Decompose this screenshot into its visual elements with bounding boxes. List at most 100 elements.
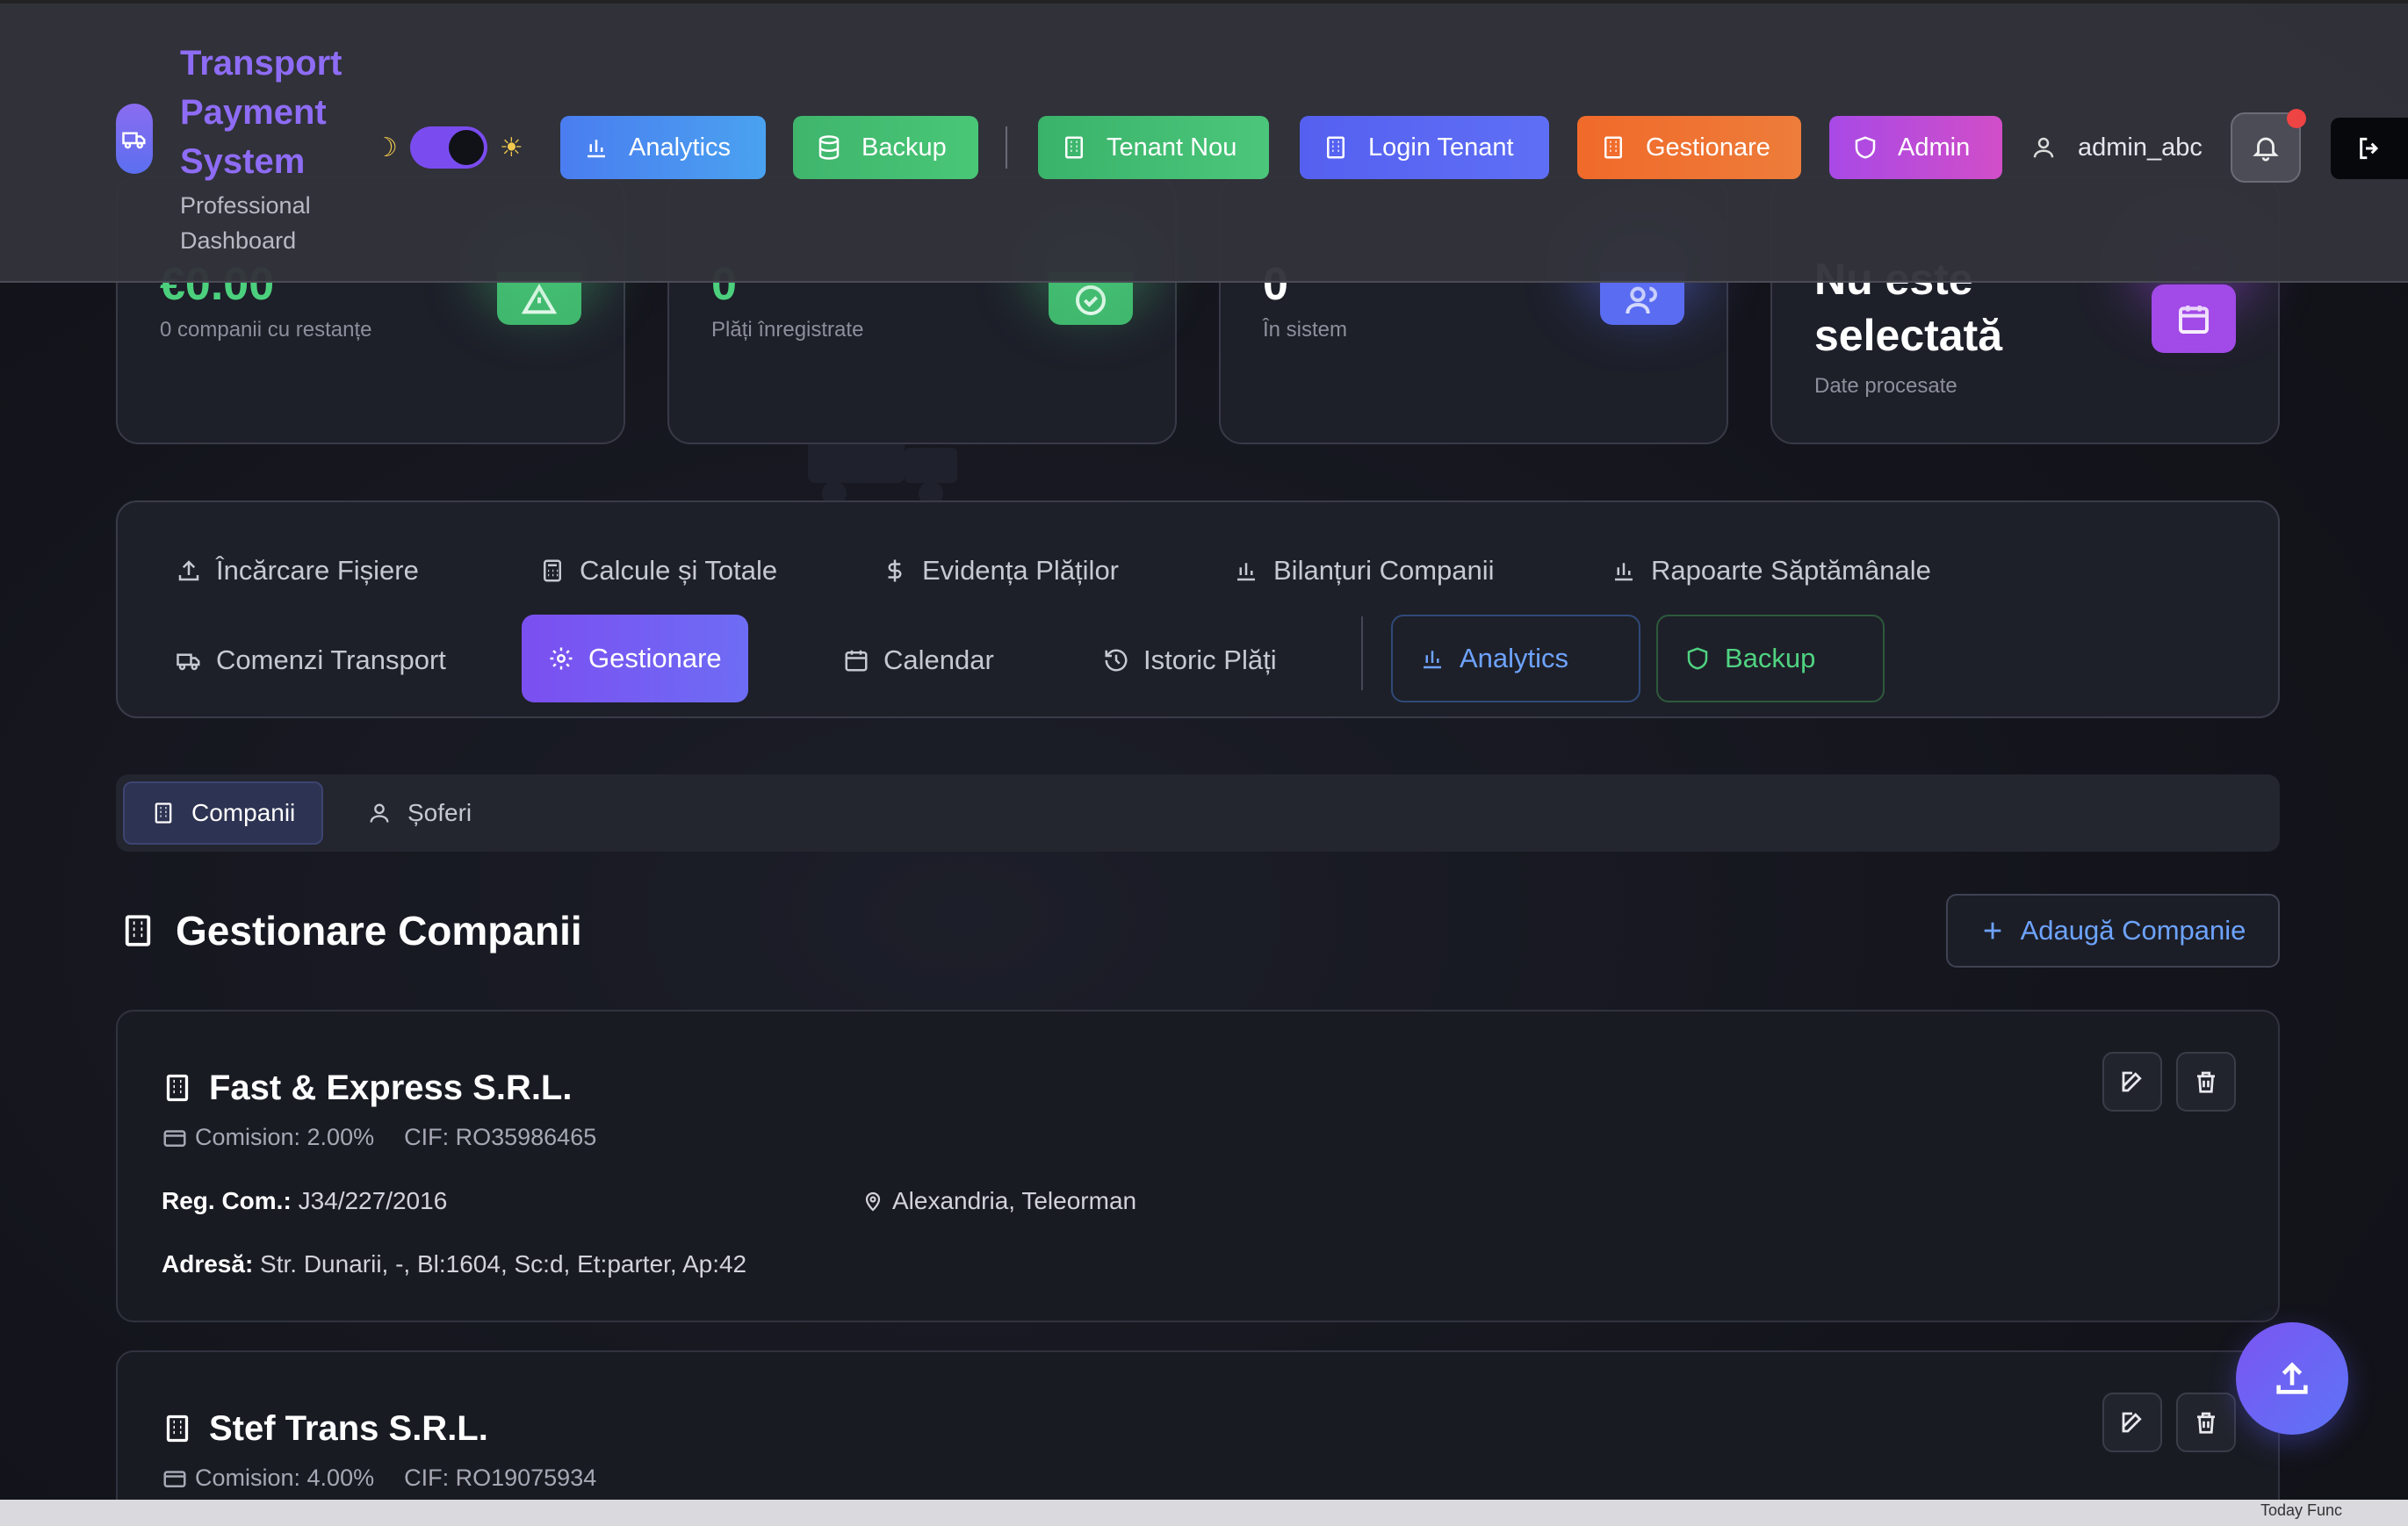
calendar-icon — [845, 650, 868, 672]
logout-button[interactable] — [2331, 118, 2408, 179]
admin-button-label: Admin — [1898, 133, 1971, 162]
stat-label: În sistem — [1263, 318, 1348, 342]
stat-label: Plăți înregistrate — [711, 318, 864, 342]
edit-company-button[interactable] — [2102, 1393, 2162, 1452]
analytics-button-label: Analytics — [629, 133, 732, 162]
tab-companies[interactable]: Companii — [123, 781, 324, 845]
add-company-label: Adaugă Companie — [2020, 915, 2246, 946]
trash-icon — [2197, 1071, 2215, 1093]
delete-company-button[interactable] — [2176, 1393, 2236, 1452]
bar-chart-icon — [1237, 563, 1255, 581]
company-card: Fast & Express S.R.L. Comision: 2.00% CI… — [116, 1010, 2280, 1322]
gestionare-header-button-label: Gestionare — [1646, 133, 1770, 162]
bell-icon — [2253, 137, 2279, 162]
admin-button[interactable]: Admin — [1829, 116, 2002, 179]
building-icon — [166, 1414, 189, 1443]
tab-label: Șoferi — [407, 799, 472, 826]
nav-divider — [1361, 616, 1363, 690]
nav-calculations[interactable]: Calcule și Totale — [513, 527, 804, 615]
bar-chart-icon — [1615, 563, 1633, 581]
backup-button-label: Backup — [862, 133, 947, 162]
address-label: Adresă: — [162, 1250, 254, 1278]
login-tenant-button-label: Login Tenant — [1368, 133, 1514, 162]
upload-icon — [178, 560, 199, 581]
nav-label: Gestionare — [588, 643, 722, 673]
nav-payments-record[interactable]: Evidența Plăților — [855, 527, 1145, 615]
plus-icon — [1984, 922, 2001, 939]
company-name-text: Stef Trans S.R.L. — [209, 1408, 488, 1448]
nav-label: Istoric Plăți — [1143, 644, 1277, 675]
bar-chart-icon — [588, 140, 605, 158]
nav-backup[interactable]: Backup — [1656, 615, 1885, 702]
company-address: Adresă: Str. Dunarii, -, Bl:1604, Sc:d, … — [162, 1250, 746, 1278]
sun-icon: ☀ — [499, 133, 523, 162]
gestionare-header-button[interactable]: Gestionare — [1577, 116, 1801, 179]
shield-icon — [1855, 136, 1876, 159]
company-reg: Reg. Com.: J34/227/2016 — [162, 1187, 447, 1215]
user-icon — [2033, 137, 2054, 158]
reg-label: Reg. Com.: — [162, 1187, 292, 1214]
company-commission: Comision: 4.00% — [195, 1465, 375, 1491]
tab-drivers[interactable]: Șoferi — [341, 781, 498, 845]
building-icon — [1065, 136, 1083, 159]
nav-label: Analytics — [1460, 643, 1569, 673]
upload-icon — [2276, 1362, 2308, 1394]
company-cif: CIF: RO19075934 — [404, 1465, 597, 1491]
stat-label: Date procesate — [1814, 374, 1957, 398]
app-root: €0.00 0 companii cu restanțe 0 Plăți înr… — [0, 0, 2408, 1526]
nav-gestionare[interactable]: Gestionare — [522, 615, 748, 702]
nav-company-balances[interactable]: Bilanțuri Companii — [1207, 527, 1521, 615]
analytics-button[interactable]: Analytics — [560, 116, 766, 179]
nav-label: Calendar — [883, 644, 994, 675]
entity-tabs: Companii Șoferi — [116, 774, 2280, 852]
theme-toggle[interactable]: ☽ ☀ — [374, 126, 523, 169]
nav-label: Backup — [1725, 643, 1816, 673]
nav-label: Bilanțuri Companii — [1273, 555, 1495, 586]
database-icon — [818, 135, 840, 160]
company-name: Stef Trans S.R.L. — [162, 1405, 488, 1452]
delete-company-button[interactable] — [2176, 1052, 2236, 1112]
truck-icon — [177, 653, 200, 671]
backup-button[interactable]: Backup — [793, 116, 978, 179]
theme-switch[interactable] — [409, 126, 487, 169]
main-navigation: Încărcare Fișiere Calcule și Totale Evid… — [116, 500, 2280, 718]
trash-icon — [2197, 1412, 2215, 1434]
nav-analytics[interactable]: Analytics — [1391, 615, 1640, 702]
nav-transport-orders[interactable]: Comenzi Transport — [149, 616, 472, 704]
new-tenant-button[interactable]: Tenant Nou — [1038, 116, 1269, 179]
nav-label: Evidența Plăților — [922, 555, 1120, 586]
company-name: Fast & Express S.R.L. — [162, 1064, 572, 1112]
section-title-text: Gestionare Companii — [176, 908, 582, 954]
credit-card-icon — [163, 1129, 186, 1147]
company-commission: Comision: 2.00% — [195, 1124, 375, 1150]
credit-card-icon — [163, 1470, 186, 1487]
edit-icon — [2122, 1412, 2142, 1433]
nav-label: Încărcare Fișiere — [216, 555, 419, 586]
reg-value: J34/227/2016 — [298, 1187, 448, 1214]
user-icon — [370, 803, 389, 823]
header-divider — [1006, 126, 1007, 169]
building-icon — [1327, 136, 1345, 159]
notification-dot — [2287, 109, 2306, 128]
nav-upload-files[interactable]: Încărcare Fișiere — [149, 527, 445, 615]
add-company-button[interactable]: Adaugă Companie — [1946, 894, 2280, 968]
truck-logo-icon — [116, 104, 153, 174]
login-tenant-button[interactable]: Login Tenant — [1300, 116, 1549, 179]
gear-icon — [550, 647, 573, 670]
logout-icon — [2360, 137, 2379, 160]
company-cif: CIF: RO35986465 — [404, 1124, 597, 1150]
shield-icon — [1687, 647, 1708, 670]
username: admin_abc — [2078, 133, 2203, 162]
nav-calendar[interactable]: Calendar — [817, 616, 1020, 704]
notifications-button[interactable] — [2231, 109, 2306, 183]
building-icon — [155, 803, 172, 824]
building-icon — [166, 1074, 189, 1102]
nav-payment-history[interactable]: Istoric Plăți — [1077, 616, 1303, 704]
calculator-icon — [544, 559, 561, 582]
upload-fab-button[interactable] — [2236, 1322, 2348, 1435]
edit-company-button[interactable] — [2102, 1052, 2162, 1112]
switch-knob — [448, 130, 484, 165]
building-icon — [125, 915, 151, 947]
nav-weekly-reports[interactable]: Rapoarte Săptămânale — [1584, 527, 1957, 615]
user-menu[interactable]: admin_abc — [2030, 126, 2203, 169]
